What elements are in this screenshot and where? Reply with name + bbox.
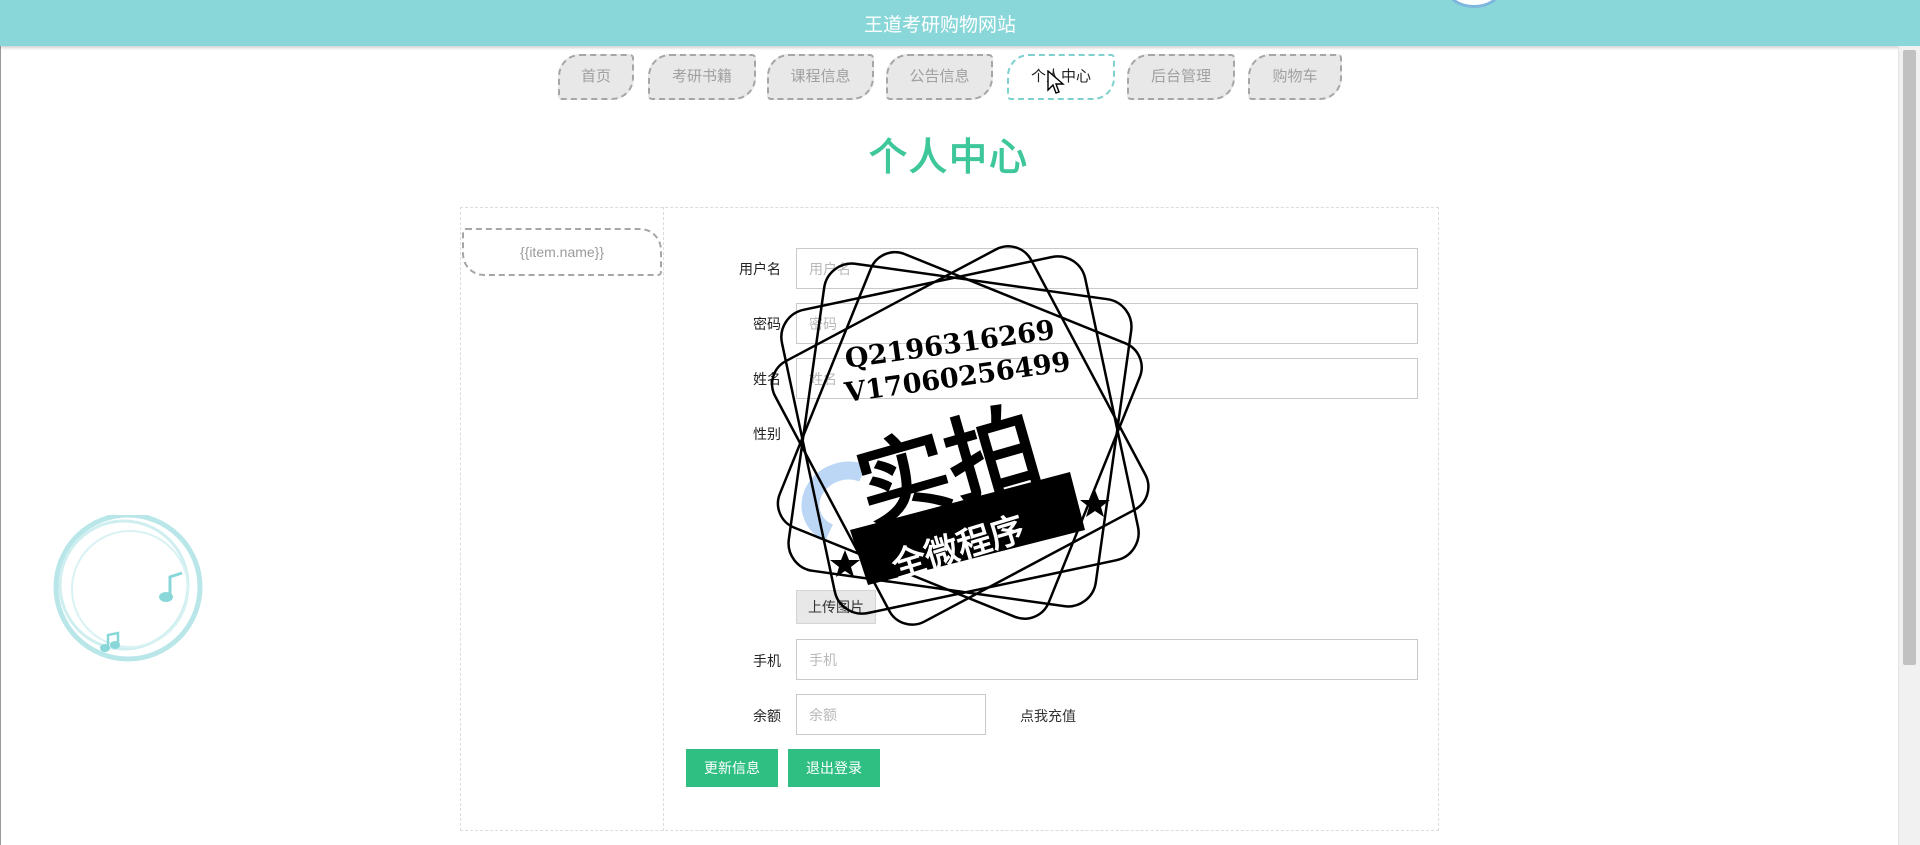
phone-label: 手机 (753, 653, 781, 669)
scrollbar-thumb[interactable] (1903, 50, 1916, 665)
vertical-scrollbar[interactable] (1898, 46, 1920, 845)
music-player-icon[interactable] (50, 515, 210, 665)
balance-label: 余额 (753, 708, 781, 724)
nav-item-books[interactable]: 考研书籍 (648, 54, 756, 100)
logout-button[interactable]: 退出登录 (788, 749, 880, 787)
nav-item-admin[interactable]: 后台管理 (1127, 54, 1235, 100)
panel-divider (663, 207, 664, 831)
nav-item-home[interactable]: 首页 (558, 54, 634, 100)
phone-input[interactable] (796, 639, 1418, 680)
nav-item-notices[interactable]: 公告信息 (886, 54, 993, 100)
site-title: 王道考研购物网站 (863, 14, 1016, 36)
top-header-bar: 王道考研购物网站 (0, 0, 1920, 46)
mouse-cursor-icon (1047, 70, 1065, 94)
nav-item-courses[interactable]: 课程信息 (767, 54, 874, 100)
nav-item-cart[interactable]: 购物车 (1248, 54, 1342, 100)
recharge-link[interactable]: 点我充值 (1020, 706, 1076, 726)
update-info-button[interactable]: 更新信息 (686, 749, 778, 787)
balance-input[interactable] (796, 694, 986, 735)
sidebar-menu-item[interactable]: {{item.name}} (462, 228, 662, 276)
header-avatar[interactable] (1447, 0, 1501, 8)
watermark-stamp-icon: Q2196316269 V17060256499 实拍 全微程序 (770, 245, 1150, 626)
page-title: 个人中心 (868, 134, 1029, 179)
